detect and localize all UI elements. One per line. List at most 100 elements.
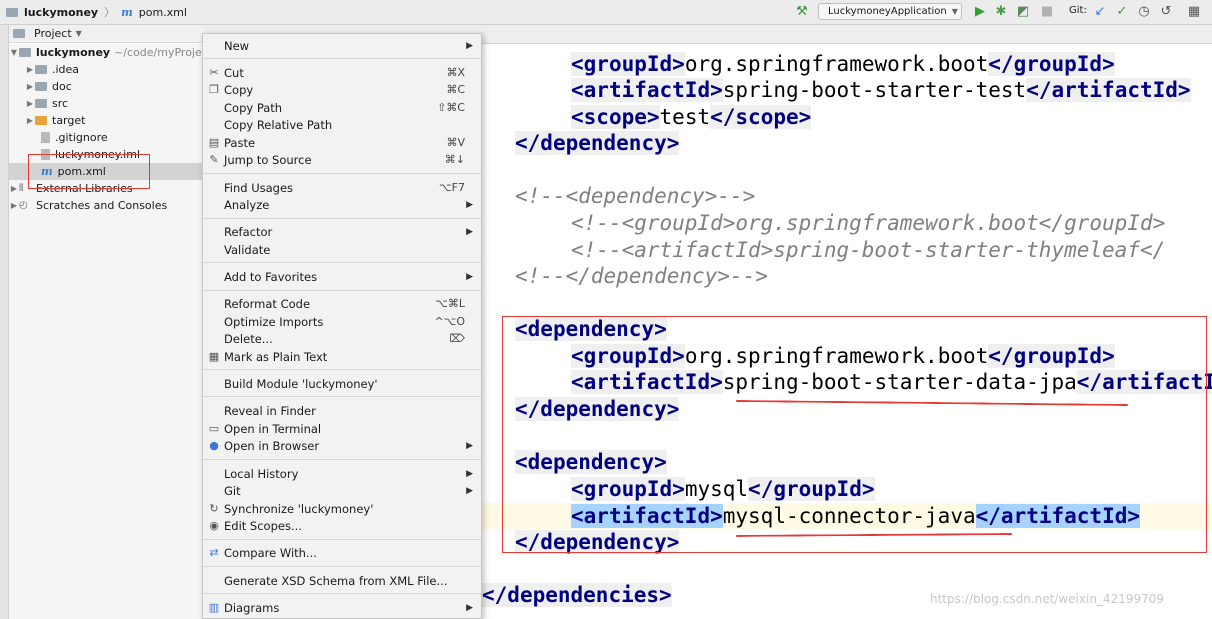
menu-item-label: Synchronize 'luckymoney' <box>224 501 374 516</box>
tree-item-scratches[interactable]: ▶ ◴ Scratches and Consoles <box>9 197 202 214</box>
tree-item-label: doc <box>52 80 72 93</box>
sync-icon: ↻ <box>209 502 219 515</box>
tree-root-label: luckymoney <box>36 46 111 59</box>
menu-item-local-history[interactable]: Local History ▶ <box>203 465 481 482</box>
git-update-icon[interactable]: ↙ <box>1092 4 1108 20</box>
code-line: </dependencies> <box>482 583 672 607</box>
scissors-icon: ✂ <box>209 66 219 79</box>
menu-item-analyze[interactable]: Analyze ▶ <box>203 196 481 213</box>
menu-separator <box>203 566 481 567</box>
coverage-icon[interactable]: ◩ <box>1015 4 1031 20</box>
menu-item-reformat-code[interactable]: Reformat Code ⌥⌘L <box>203 295 481 312</box>
menu-item-label: Generate XSD Schema from XML File... <box>224 573 448 588</box>
menu-item-copy-relative-path[interactable]: Copy Relative Path <box>203 116 481 133</box>
menu-item-copy[interactable]: ❐ Copy ⌘C <box>203 81 481 98</box>
menu-item-add-to-favorites[interactable]: Add to Favorites ▶ <box>203 268 481 285</box>
maven-icon: m <box>121 5 133 19</box>
menu-separator <box>203 290 481 291</box>
menu-item-label: Diagrams <box>224 600 280 615</box>
menu-item-copy-path[interactable]: Copy Path ⇧⌘C <box>203 99 481 116</box>
expanded-arrow-icon[interactable]: ▼ <box>9 48 19 57</box>
menu-item-validate[interactable]: Validate <box>203 241 481 258</box>
annotation-box-pom <box>28 154 150 189</box>
menu-item-label: Analyze <box>224 197 270 212</box>
tree-item-target[interactable]: ▶ target <box>9 112 218 129</box>
collapsed-arrow-icon[interactable]: ▶ <box>25 65 35 74</box>
paste-icon: ▤ <box>208 136 220 149</box>
menu-item-open-in-terminal[interactable]: ▭ Open in Terminal <box>203 420 481 437</box>
menu-item-build-module[interactable]: Build Module 'luckymoney' <box>203 375 481 392</box>
menu-item-open-in-browser[interactable]: ● Open in Browser ▶ <box>203 437 481 454</box>
menu-item-label: Delete... <box>224 331 273 346</box>
menu-item-label: Git <box>224 483 241 498</box>
menu-item-shortcut: ⌘V <box>446 136 465 149</box>
tree-item-doc[interactable]: ▶ doc <box>9 78 218 95</box>
tree-item-root[interactable]: ▼ luckymoney ~/code/myProje <box>9 44 202 61</box>
menu-item-edit-scopes[interactable]: ◉ Edit Scopes... <box>203 517 481 534</box>
menu-item-label: Build Module 'luckymoney' <box>224 376 378 391</box>
project-structure-icon[interactable]: ▦ <box>1186 4 1202 20</box>
menu-item-refactor[interactable]: Refactor ▶ <box>203 223 481 240</box>
menu-item-find-usages[interactable]: Find Usages ⌥F7 <box>203 179 481 196</box>
menu-item-synchronize[interactable]: ↻ Synchronize 'luckymoney' <box>203 500 481 517</box>
menu-item-jump-to-source[interactable]: ✎ Jump to Source ⌘↓ <box>203 151 481 168</box>
tree-item-label: src <box>52 97 69 110</box>
chevron-down-icon: ▼ <box>951 7 958 16</box>
tree-item-src[interactable]: ▶ src <box>9 95 218 112</box>
folder-icon <box>13 29 25 38</box>
collapsed-arrow-icon[interactable]: ▶ <box>25 116 35 125</box>
collapsed-arrow-icon[interactable]: ▶ <box>25 82 35 91</box>
menu-separator <box>203 539 481 540</box>
breadcrumb: luckymoney 〉 m pom.xml <box>6 0 187 24</box>
menu-separator <box>203 369 481 370</box>
tree-item-label: .gitignore <box>55 131 108 144</box>
menu-item-delete[interactable]: Delete... ⌦ <box>203 330 481 347</box>
menu-item-label: Jump to Source <box>224 152 312 167</box>
menu-item-label: Copy Relative Path <box>224 117 333 132</box>
project-panel-title[interactable]: Project <box>34 27 72 40</box>
breadcrumb-project[interactable]: luckymoney <box>24 6 98 19</box>
run-configuration-select[interactable]: LuckymoneyApplication ▼ <box>818 3 962 20</box>
build-hammer-icon[interactable]: ⚒ <box>794 4 810 20</box>
menu-item-cut[interactable]: ✂ Cut ⌘X <box>203 64 481 81</box>
git-commit-icon[interactable]: ✓ <box>1114 4 1130 20</box>
submenu-arrow-icon: ▶ <box>466 40 473 51</box>
git-rollback-icon[interactable]: ↺ <box>1158 4 1174 20</box>
collapsed-arrow-icon[interactable]: ▶ <box>9 201 19 210</box>
menu-item-shortcut: ⌘C <box>446 83 465 96</box>
folder-icon <box>35 65 47 74</box>
menu-item-git[interactable]: Git ▶ <box>203 482 481 499</box>
menu-item-mark-plain-text[interactable]: ▦ Mark as Plain Text <box>203 348 481 365</box>
copy-icon: ❐ <box>209 83 219 96</box>
git-history-icon[interactable]: ◷ <box>1136 4 1152 20</box>
menu-item-generate-xsd[interactable]: Generate XSD Schema from XML File... <box>203 572 481 589</box>
menu-item-diagrams[interactable]: ▥ Diagrams ▶ <box>203 599 481 616</box>
submenu-arrow-icon: ▶ <box>466 199 473 210</box>
run-icon[interactable]: ▶ <box>972 4 988 20</box>
menu-item-optimize-imports[interactable]: Optimize Imports ^⌥O <box>203 313 481 330</box>
folder-icon <box>35 99 47 108</box>
watermark: https://blog.csdn.net/weixin_42199709 <box>930 592 1165 606</box>
edit-pencil-icon: ✎ <box>209 153 219 166</box>
menu-item-paste[interactable]: ▤ Paste ⌘V <box>203 134 481 151</box>
menu-item-label: Validate <box>224 242 271 257</box>
project-panel-header: Project ▼ <box>9 25 202 43</box>
folder-icon <box>6 7 18 17</box>
breadcrumb-file[interactable]: pom.xml <box>139 6 187 19</box>
menu-item-label: Open in Terminal <box>224 421 322 436</box>
menu-separator <box>203 218 481 219</box>
menu-item-label: Edit Scopes... <box>224 518 302 533</box>
menu-separator <box>203 396 481 397</box>
menu-item-label: New <box>224 38 250 53</box>
debug-icon[interactable]: ✱ <box>993 4 1009 20</box>
collapsed-arrow-icon[interactable]: ▶ <box>9 184 19 193</box>
tree-item-idea[interactable]: ▶ .idea <box>9 61 218 78</box>
menu-item-new[interactable]: New ▶ <box>203 37 481 54</box>
tree-item-gitignore[interactable]: .gitignore <box>9 129 234 146</box>
menu-item-label: Mark as Plain Text <box>224 349 328 364</box>
stop-icon[interactable]: ■ <box>1039 4 1055 20</box>
menu-item-reveal-in-finder[interactable]: Reveal in Finder <box>203 402 481 419</box>
collapsed-arrow-icon[interactable]: ▶ <box>25 99 35 108</box>
chevron-down-icon[interactable]: ▼ <box>76 29 82 38</box>
menu-item-compare-with[interactable]: ⇄ Compare With... <box>203 544 481 561</box>
